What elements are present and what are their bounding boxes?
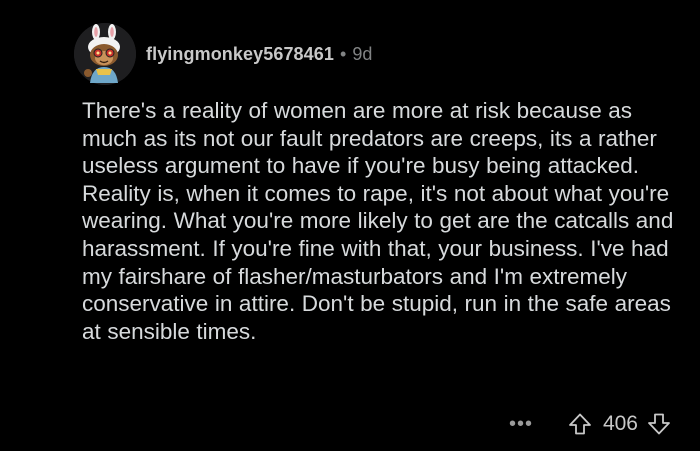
comment-meta: flyingmonkey5678461 • 9d bbox=[146, 44, 372, 65]
more-horizontal-icon[interactable]: ••• bbox=[509, 413, 533, 436]
comment-card: flyingmonkey5678461 • 9d There's a reali… bbox=[0, 0, 700, 451]
user-avatar[interactable] bbox=[74, 23, 136, 85]
upvote-button[interactable] bbox=[567, 411, 593, 437]
arrow-down-icon bbox=[648, 413, 670, 435]
meta-separator: • bbox=[340, 43, 347, 64]
username-link[interactable]: flyingmonkey5678461 bbox=[146, 44, 334, 65]
comment-body: There's a reality of women are more at r… bbox=[82, 98, 674, 344]
downvote-button[interactable] bbox=[646, 411, 672, 437]
comment-age: 9d bbox=[352, 43, 373, 64]
monkey-avatar-icon bbox=[74, 23, 136, 85]
comment-actions: ••• 406 bbox=[509, 404, 672, 444]
arrow-up-icon bbox=[569, 413, 591, 435]
comment-header: flyingmonkey5678461 • 9d bbox=[74, 22, 372, 86]
vote-score: 406 bbox=[602, 412, 638, 435]
